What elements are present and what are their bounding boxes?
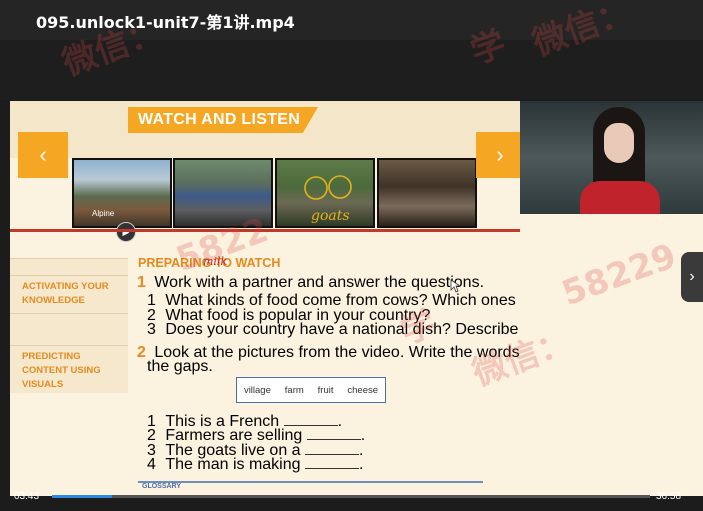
video-frame-market[interactable] [173, 158, 273, 228]
margin-block [10, 258, 128, 276]
presenter-face [604, 123, 634, 163]
word-village: village [243, 384, 271, 396]
word-farm: farm [284, 384, 304, 396]
next-arrow-button[interactable]: › [476, 132, 520, 178]
player-controls: 03:43 36:58 [0, 485, 703, 511]
total-time: 36:58 [656, 491, 682, 502]
chevron-right-icon: › [496, 142, 504, 167]
glossary-divider [138, 481, 483, 483]
gap-fill-item: 4 The man is making . [147, 456, 364, 473]
player-top-bar: 095.unlock1-unit7-第1讲.mp4 [0, 0, 703, 100]
frame-caption: Alpine [92, 209, 115, 218]
question-1-item: 3 Does your country have a national dish… [147, 321, 520, 338]
presenter-body [580, 181, 660, 214]
video-title: 095.unlock1-unit7-第1讲.mp4 [36, 13, 295, 32]
handwritten-goats: goats [311, 208, 350, 224]
mouse-cursor-icon [450, 279, 460, 293]
tag-predicting-content: PREDICTING CONTENT USING VISUALS [10, 345, 128, 393]
answer-blank[interactable] [305, 446, 360, 455]
video-thumbnail-strip: Alpine [72, 158, 477, 228]
chevron-left-icon: ‹ [39, 142, 47, 167]
answer-blank[interactable] [306, 431, 361, 440]
chevron-right-icon: › [689, 268, 695, 285]
current-time: 03:43 [14, 491, 40, 502]
previous-arrow-button[interactable]: ‹ [18, 132, 68, 178]
word-fruit: fruit [317, 384, 334, 396]
textbook-slide: WATCH AND LISTEN ‹ Alpine › goats ▶ ACTI… [10, 101, 520, 496]
play-icon[interactable]: ▶ [116, 222, 136, 242]
divider [10, 229, 520, 232]
answer-blank[interactable] [283, 417, 338, 426]
video-frame-cheese[interactable] [377, 158, 477, 228]
right-blank-area [520, 214, 703, 496]
tag-activating-knowledge: ACTIVATING YOUR KNOWLEDGE [10, 275, 128, 313]
video-frame-village[interactable]: Alpine [72, 158, 172, 228]
word-cheese: cheese [347, 384, 379, 396]
question-1: 1 Work with a partner and answer the que… [137, 274, 485, 291]
handwritten-circles-icon [304, 175, 352, 200]
handwritten-milk: milk [203, 255, 228, 268]
answer-blank[interactable] [304, 460, 359, 469]
handwritten-circles [304, 175, 354, 209]
margin-block [10, 313, 128, 346]
word-box: village farm fruit cheese [236, 377, 386, 403]
side-next-button[interactable]: › [681, 252, 703, 302]
progress-bar[interactable] [52, 495, 650, 498]
question-2-continued: the gaps. [147, 358, 213, 375]
webcam-feed [520, 101, 703, 214]
progress-fill [52, 495, 112, 498]
section-banner-title: WATCH AND LISTEN [138, 111, 301, 128]
